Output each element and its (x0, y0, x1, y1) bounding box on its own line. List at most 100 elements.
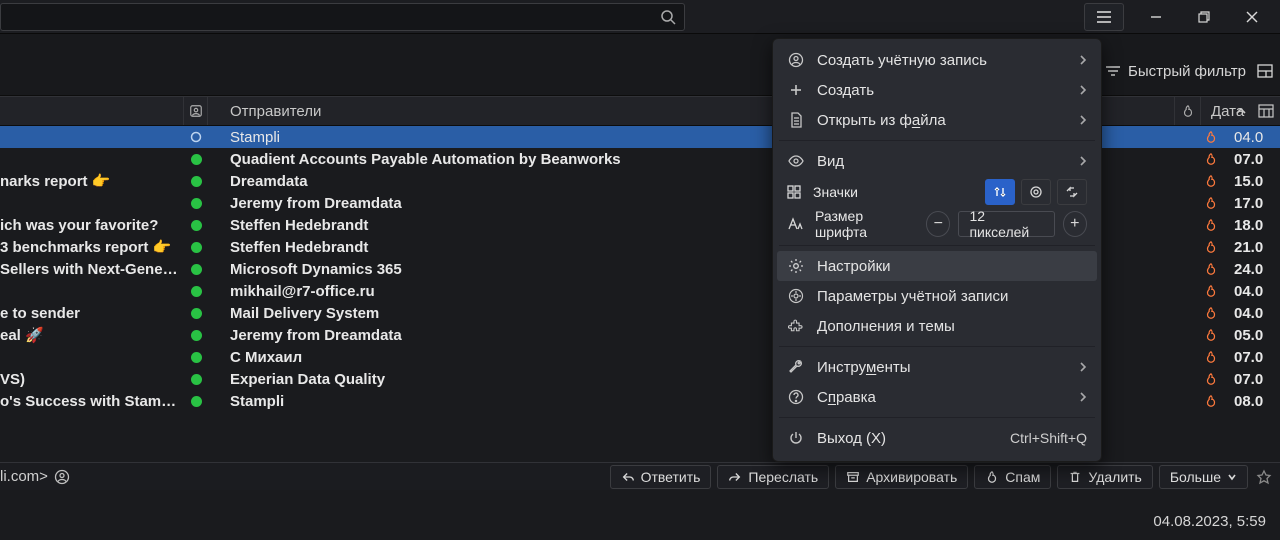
unread-indicator-icon[interactable] (184, 286, 208, 297)
menu-density-row: Значки (777, 176, 1097, 208)
menu-open-from-file-label: Открыть из файла (817, 112, 1067, 129)
grid-icon (787, 185, 801, 199)
message-subject: e to sender (0, 305, 184, 322)
window-maximize-button[interactable] (1180, 0, 1228, 34)
menu-open-from-file[interactable]: Открыть из файла (777, 105, 1097, 135)
more-button[interactable]: Больше (1159, 465, 1248, 489)
menu-density-label: Значки (813, 184, 858, 200)
junk-indicator-icon[interactable] (1198, 372, 1224, 386)
junk-indicator-icon[interactable] (1198, 284, 1224, 298)
window-minimize-button[interactable] (1132, 0, 1180, 34)
delete-button[interactable]: Удалить (1057, 465, 1152, 489)
layout-toggle-icon[interactable] (1256, 62, 1274, 80)
archive-label: Архивировать (866, 469, 957, 485)
archive-button[interactable]: Архивировать (835, 465, 968, 489)
menu-settings[interactable]: Настройки (777, 251, 1097, 281)
chevron-right-icon (1079, 361, 1087, 373)
power-icon (787, 431, 805, 445)
message-date: 18.0 (1224, 217, 1280, 234)
density-normal-button[interactable] (1021, 179, 1051, 205)
message-date: 07.0 (1224, 151, 1280, 168)
unread-indicator-icon[interactable] (184, 396, 208, 407)
unread-indicator-icon[interactable] (184, 220, 208, 231)
junk-indicator-icon[interactable] (1198, 196, 1224, 210)
account-gear-icon (787, 288, 805, 304)
chevron-right-icon (1079, 155, 1087, 167)
sort-ascending-icon[interactable] (1234, 104, 1248, 118)
menu-font-size-label: Размер шрифта (815, 208, 914, 240)
reply-label: Ответить (641, 469, 701, 485)
font-decrease-button[interactable]: − (926, 211, 950, 237)
junk-indicator-icon[interactable] (1198, 240, 1224, 254)
menu-tools[interactable]: Инструменты (777, 352, 1097, 382)
font-increase-button[interactable]: + (1063, 211, 1087, 237)
reply-button[interactable]: Ответить (610, 465, 712, 489)
message-subject: VS) (0, 371, 184, 388)
menu-font-size-row: Размер шрифта − 12 пикселей + (777, 208, 1097, 240)
density-compact-button[interactable] (985, 179, 1015, 205)
contact-icon[interactable] (54, 469, 70, 485)
menu-create-label: Создать (817, 82, 1067, 99)
message-date: 21.0 (1224, 239, 1280, 256)
menu-account-params[interactable]: Параметры учётной записи (777, 281, 1097, 311)
search-bar[interactable] (0, 3, 685, 31)
unread-indicator-icon[interactable] (184, 330, 208, 341)
app-menu: Создать учётную запись Создать Открыть и… (772, 38, 1102, 462)
search-icon (660, 9, 676, 25)
contact-column-icon[interactable] (184, 97, 208, 125)
column-picker-icon[interactable] (1258, 104, 1274, 118)
junk-indicator-icon[interactable] (1198, 306, 1224, 320)
forward-button[interactable]: Переслать (717, 465, 829, 489)
unread-indicator-icon[interactable] (184, 308, 208, 319)
menu-help-label: Справка (817, 389, 1067, 406)
junk-indicator-icon[interactable] (1198, 394, 1224, 408)
quick-filter-button[interactable]: Быстрый фильтр (1104, 62, 1246, 80)
junk-indicator-icon[interactable] (1198, 262, 1224, 276)
density-relaxed-button[interactable] (1057, 179, 1087, 205)
menu-tools-label: Инструменты (817, 359, 1067, 376)
menu-help[interactable]: Справка (777, 382, 1097, 412)
chevron-right-icon (1079, 391, 1087, 403)
read-indicator-icon[interactable] (184, 131, 208, 143)
junk-indicator-icon[interactable] (1198, 218, 1224, 232)
message-date: 07.0 (1224, 371, 1280, 388)
menu-exit-label: Выход (X) (817, 430, 998, 447)
unread-indicator-icon[interactable] (184, 374, 208, 385)
trash-icon (1068, 470, 1082, 484)
menu-addons-themes[interactable]: Дополнения и темы (777, 311, 1097, 341)
unread-indicator-icon[interactable] (184, 176, 208, 187)
reply-icon (621, 470, 635, 484)
app-menu-button[interactable] (1084, 3, 1124, 31)
spam-button[interactable]: Спам (974, 465, 1051, 489)
menu-create-account[interactable]: Создать учётную запись (777, 45, 1097, 75)
puzzle-icon (787, 318, 805, 334)
window-close-button[interactable] (1228, 0, 1276, 34)
message-subject: eal 🚀 (0, 326, 184, 344)
menu-create[interactable]: Создать (777, 75, 1097, 105)
spam-icon (985, 470, 999, 484)
more-label: Больше (1170, 469, 1221, 485)
message-date: 15.0 (1224, 173, 1280, 190)
message-date: 07.0 (1224, 349, 1280, 366)
unread-indicator-icon[interactable] (184, 352, 208, 363)
junk-indicator-icon[interactable] (1198, 130, 1224, 144)
plus-icon (787, 83, 805, 97)
menu-view[interactable]: Вид (777, 146, 1097, 176)
menu-exit[interactable]: Выход (X) Ctrl+Shift+Q (777, 423, 1097, 453)
unread-indicator-icon[interactable] (184, 154, 208, 165)
unread-indicator-icon[interactable] (184, 242, 208, 253)
junk-indicator-icon[interactable] (1198, 350, 1224, 364)
menu-create-account-label: Создать учётную запись (817, 52, 1067, 69)
unread-indicator-icon[interactable] (184, 198, 208, 209)
junk-indicator-icon[interactable] (1198, 174, 1224, 188)
message-date: 08.0 (1224, 393, 1280, 410)
column-junk-icon[interactable] (1174, 97, 1200, 125)
junk-indicator-icon[interactable] (1198, 328, 1224, 342)
star-button[interactable] (1254, 469, 1274, 485)
gear-icon (787, 258, 805, 274)
unread-indicator-icon[interactable] (184, 264, 208, 275)
message-subject: 3 benchmarks report 👉 (0, 238, 184, 256)
junk-indicator-icon[interactable] (1198, 152, 1224, 166)
message-subject: o's Success with Stampli'... (0, 393, 184, 410)
message-date: 24.0 (1224, 261, 1280, 278)
